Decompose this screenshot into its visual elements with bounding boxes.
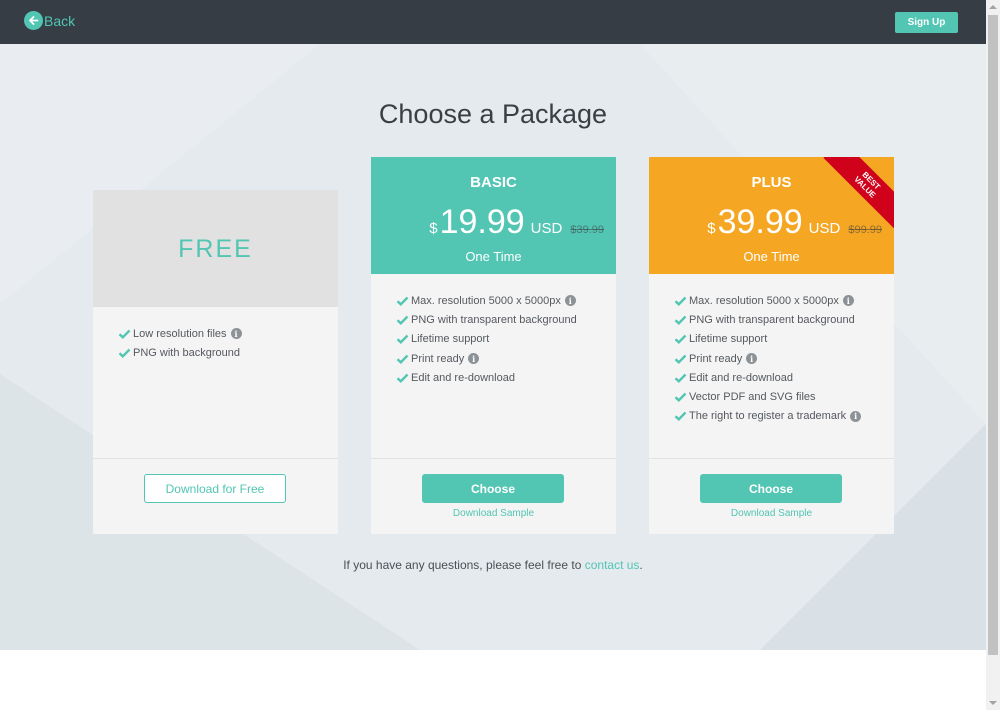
feature-item: Edit and re-download	[396, 368, 577, 387]
feature-text: PNG with transparent background	[689, 313, 855, 326]
feature-text: Lifetime support	[411, 333, 490, 346]
feature-item: Vector PDF and SVG files	[674, 387, 861, 406]
feature-text: Max. resolution 5000 x 5000px	[689, 294, 839, 307]
feature-item: The right to register a trademark i	[674, 407, 862, 426]
plus-features-list: Max. resolution 5000 x 5000px i PNG with t…	[674, 291, 862, 426]
basic-download-sample-link[interactable]: Download Sample	[371, 508, 616, 519]
feature-item: Max. resolution 5000 x 5000px i	[674, 291, 861, 310]
check-icon	[396, 296, 409, 306]
scroll-down-arrow-icon[interactable]	[986, 696, 1000, 710]
sign-up-button[interactable]: Sign Up	[895, 12, 958, 33]
currency-symbol: $	[707, 220, 716, 237]
check-icon	[674, 296, 687, 306]
check-icon	[674, 392, 687, 403]
basic-package-card: BASIC $ 19.99 USD $39.99 One Time Max. r…	[371, 157, 616, 534]
check-icon	[674, 354, 687, 364]
check-icon	[674, 334, 687, 345]
check-icon	[396, 354, 409, 364]
feature-item: Print ready i	[674, 349, 861, 368]
price-term: One Time	[465, 249, 522, 264]
contact-note-text: If you have any questions, please feel f…	[343, 558, 585, 572]
download-free-button[interactable]: Download for Free	[144, 474, 286, 503]
scroll-up-arrow-icon[interactable]	[986, 0, 1000, 14]
info-icon[interactable]: i	[842, 295, 854, 307]
old-price: $39.99	[570, 224, 604, 236]
basic-price: $ 19.99 USD $39.99	[429, 203, 604, 242]
feature-item: Max. resolution 5000 x 5000px i	[396, 291, 577, 310]
plus-download-sample-link[interactable]: Download Sample	[649, 508, 894, 519]
free-title: FREE	[178, 235, 253, 263]
feature-text: Vector PDF and SVG files	[689, 391, 816, 404]
feature-item: Lifetime support	[674, 330, 861, 349]
back-button[interactable]: Back	[24, 11, 75, 30]
feature-item: Low resolution files i	[118, 324, 242, 343]
check-icon	[396, 373, 409, 383]
price-amount: 19.99	[439, 203, 525, 241]
free-card-header: FREE	[93, 190, 338, 307]
plus-package-card: BEST VALUE PLUS $ 39.99 USD $99.99 One T…	[649, 157, 894, 534]
plus-price: $ 39.99 USD $99.99	[707, 203, 882, 242]
check-icon	[396, 315, 409, 325]
check-icon	[674, 412, 687, 422]
check-icon	[396, 334, 409, 345]
basic-features-list: Max. resolution 5000 x 5000px i PNG with t…	[396, 291, 577, 387]
feature-item: PNG with background	[118, 343, 242, 362]
currency-code: USD	[530, 220, 563, 237]
info-icon[interactable]: i	[746, 353, 758, 365]
choose-basic-button[interactable]: Choose	[422, 474, 564, 503]
plus-name: PLUS	[751, 174, 792, 191]
feature-text: PNG with background	[133, 346, 240, 359]
feature-item: Print ready i	[396, 349, 577, 368]
currency-symbol: $	[429, 220, 438, 237]
check-icon	[118, 348, 131, 358]
feature-text: Lifetime support	[689, 333, 768, 346]
price-term: One Time	[743, 249, 800, 264]
page-scrollbar[interactable]	[986, 0, 1000, 710]
feature-item: Lifetime support	[396, 330, 577, 349]
feature-text: The right to register a trademark	[689, 410, 847, 423]
feature-text: Low resolution files	[133, 327, 227, 340]
contact-us-link[interactable]: contact us	[585, 558, 640, 572]
divider	[93, 458, 338, 459]
feature-text: Print ready	[411, 352, 465, 365]
choose-plus-button[interactable]: Choose	[700, 474, 842, 503]
divider	[371, 458, 616, 459]
feature-item: PNG with transparent background	[674, 310, 861, 329]
contact-note: If you have any questions, please feel f…	[0, 558, 986, 572]
info-icon[interactable]: i	[468, 353, 480, 365]
divider	[649, 458, 894, 459]
plus-card-header: BEST VALUE PLUS $ 39.99 USD $99.99 One T…	[649, 157, 894, 274]
free-package-card: FREE Low resolution files i PNG with backg…	[93, 190, 338, 534]
basic-name: BASIC	[470, 174, 517, 191]
feature-text: PNG with transparent background	[411, 313, 577, 326]
info-icon[interactable]: i	[850, 410, 862, 422]
back-label: Back	[44, 12, 76, 29]
currency-code: USD	[808, 220, 841, 237]
feature-text: Print ready	[689, 352, 743, 365]
contact-note-end: .	[639, 558, 643, 572]
info-icon[interactable]: i	[564, 295, 576, 307]
free-features-list: Low resolution files i PNG with background	[118, 324, 242, 363]
feature-text: Edit and re-download	[411, 371, 515, 384]
old-price: $99.99	[848, 224, 882, 236]
check-icon	[118, 329, 131, 339]
feature-item: PNG with transparent background	[396, 310, 577, 329]
basic-card-header: BASIC $ 19.99 USD $39.99 One Time	[371, 157, 616, 274]
arrow-left-icon	[24, 11, 43, 30]
info-icon[interactable]: i	[230, 328, 242, 340]
check-icon	[674, 373, 687, 383]
feature-text: Edit and re-download	[689, 371, 793, 384]
page-title: Choose a Package	[378, 99, 608, 129]
scrollbar-thumb[interactable]	[988, 15, 998, 655]
top-bar: Back Sign Up	[0, 0, 986, 44]
feature-text: Max. resolution 5000 x 5000px	[411, 294, 561, 307]
price-amount: 39.99	[717, 203, 803, 241]
check-icon	[674, 315, 687, 325]
feature-item: Edit and re-download	[674, 368, 861, 387]
